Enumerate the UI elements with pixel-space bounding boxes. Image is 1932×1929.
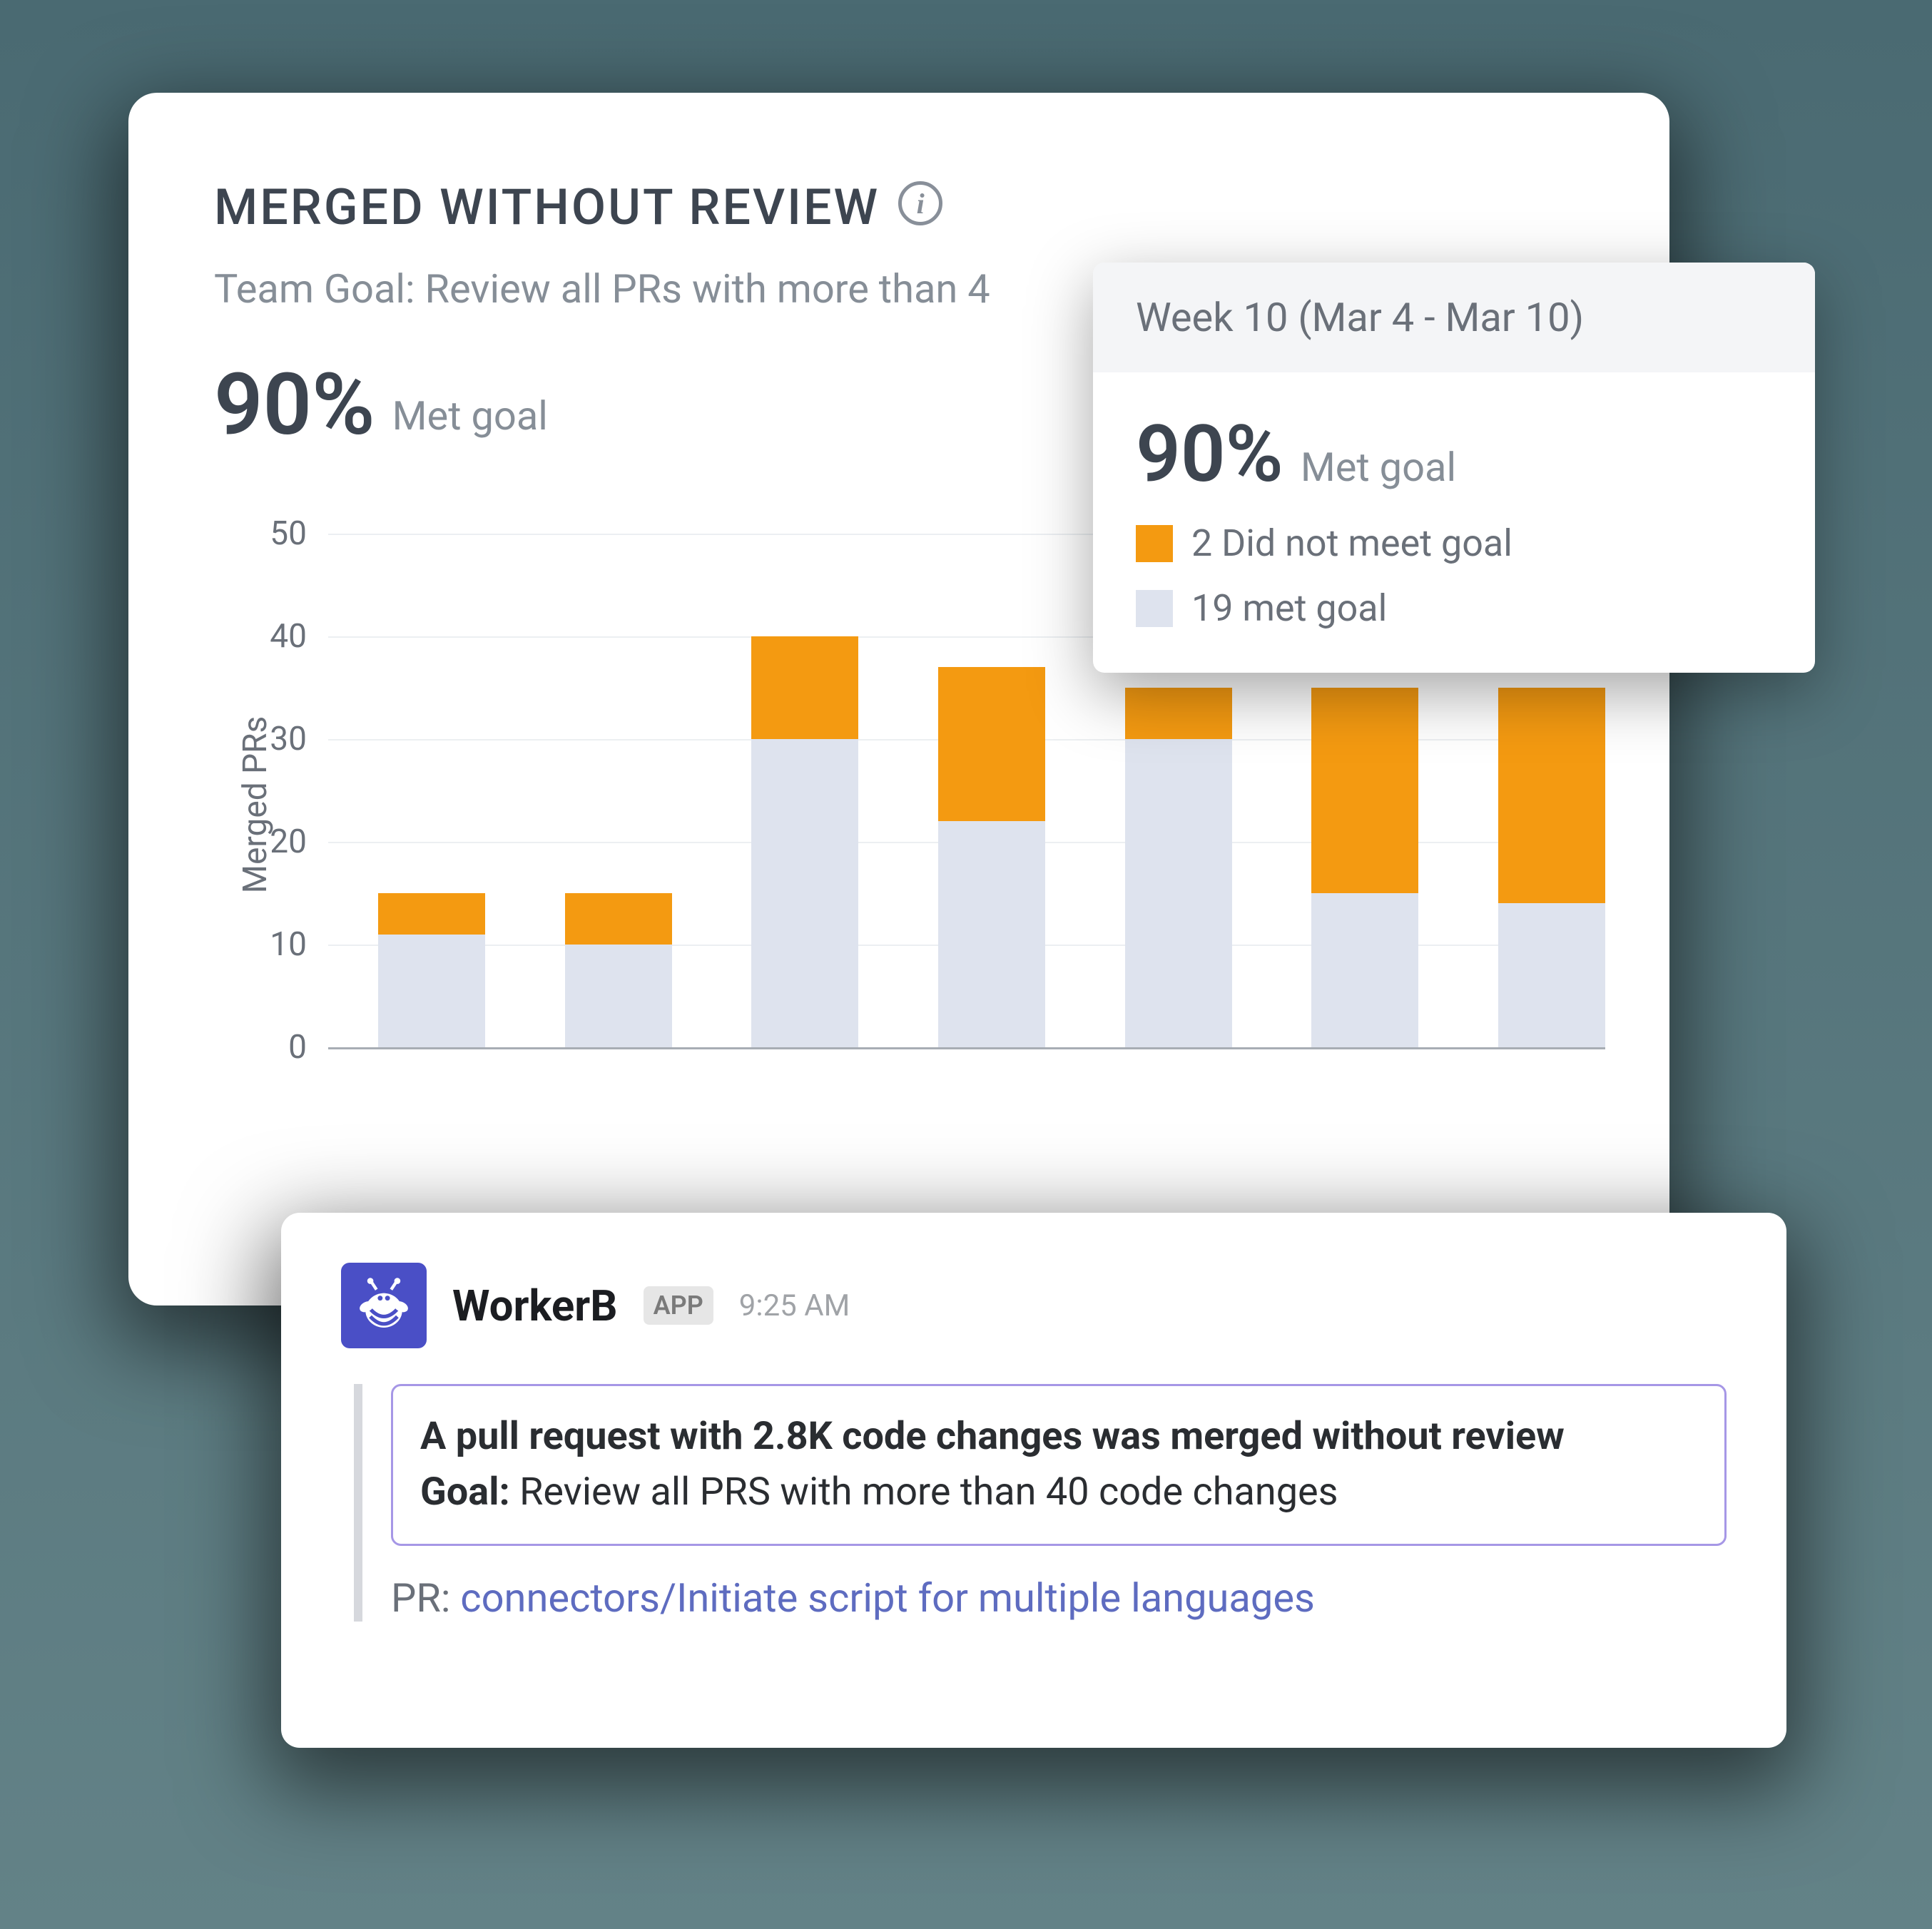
slack-body: A pull request with 2.8K code changes wa… [354,1384,1727,1622]
y-tick: 40 [250,617,307,656]
tooltip-met-label: Met goal [1301,444,1456,491]
bar-segment-met [751,739,858,1047]
y-tick: 20 [250,823,307,861]
legend-not-met: 2 Did not meet goal [1136,521,1772,565]
pr-prefix: PR: [391,1574,460,1622]
bar[interactable] [938,667,1045,1047]
info-icon[interactable]: i [898,181,942,225]
bar-segment-not-met [1311,688,1418,893]
legend-not-met-label: 2 Did not meet goal [1191,521,1512,565]
bar-segment-not-met [1498,688,1605,903]
bar-segment-met [938,821,1045,1047]
alert-goal-text: Review all PRS with more than 40 code ch… [510,1470,1338,1515]
tooltip-percent: 90% [1136,408,1283,500]
bar-segment-not-met [751,636,858,739]
alert-line1: A pull request with 2.8K code changes wa… [420,1414,1565,1459]
alert-box: A pull request with 2.8K code changes wa… [391,1384,1727,1546]
card-title: MERGED WITHOUT REVIEW [214,178,880,237]
week-tooltip-card: Week 10 (Mar 4 - Mar 10) 90% Met goal 2 … [1093,263,1815,673]
slack-app-name: WorkerB [452,1281,618,1331]
bar-segment-met [378,935,485,1047]
legend-met: 19 met goal [1136,586,1772,630]
slack-time: 9:25 AM [739,1288,850,1323]
bar-segment-met [565,945,672,1047]
y-tick: 0 [250,1028,307,1067]
pr-row: PR: connectors/Initiate script for multi… [391,1574,1727,1622]
bar-segment-not-met [565,893,672,945]
swatch-met-icon [1136,590,1173,627]
bar[interactable] [751,636,858,1047]
y-tick: 50 [250,514,307,553]
bar-segment-met [1125,739,1232,1047]
bar-segment-not-met [378,893,485,935]
bar-segment-not-met [938,667,1045,821]
legend-met-label: 19 met goal [1191,586,1387,630]
bar[interactable] [378,893,485,1047]
summary-label: Met goal [392,392,548,439]
bar[interactable] [1125,688,1232,1047]
tooltip-header: Week 10 (Mar 4 - Mar 10) [1093,263,1815,372]
slack-header: WorkerB APP 9:25 AM [341,1263,1727,1348]
bar[interactable] [1498,688,1605,1047]
swatch-not-met-icon [1136,525,1173,562]
app-badge: APP [644,1286,713,1325]
slack-message-card: WorkerB APP 9:25 AM A pull request with … [281,1213,1786,1748]
pr-link[interactable]: connectors/Initiate script for multiple … [460,1574,1315,1622]
y-tick: 30 [250,720,307,758]
bar[interactable] [1311,688,1418,1047]
bar[interactable] [565,893,672,1047]
bar-segment-not-met [1125,688,1232,739]
bar-segment-met [1498,903,1605,1047]
alert-goal-prefix: Goal: [420,1470,510,1515]
y-tick: 10 [250,925,307,964]
summary-percent: 90% [214,355,375,455]
workerb-icon [341,1263,427,1348]
bar-segment-met [1311,893,1418,1047]
